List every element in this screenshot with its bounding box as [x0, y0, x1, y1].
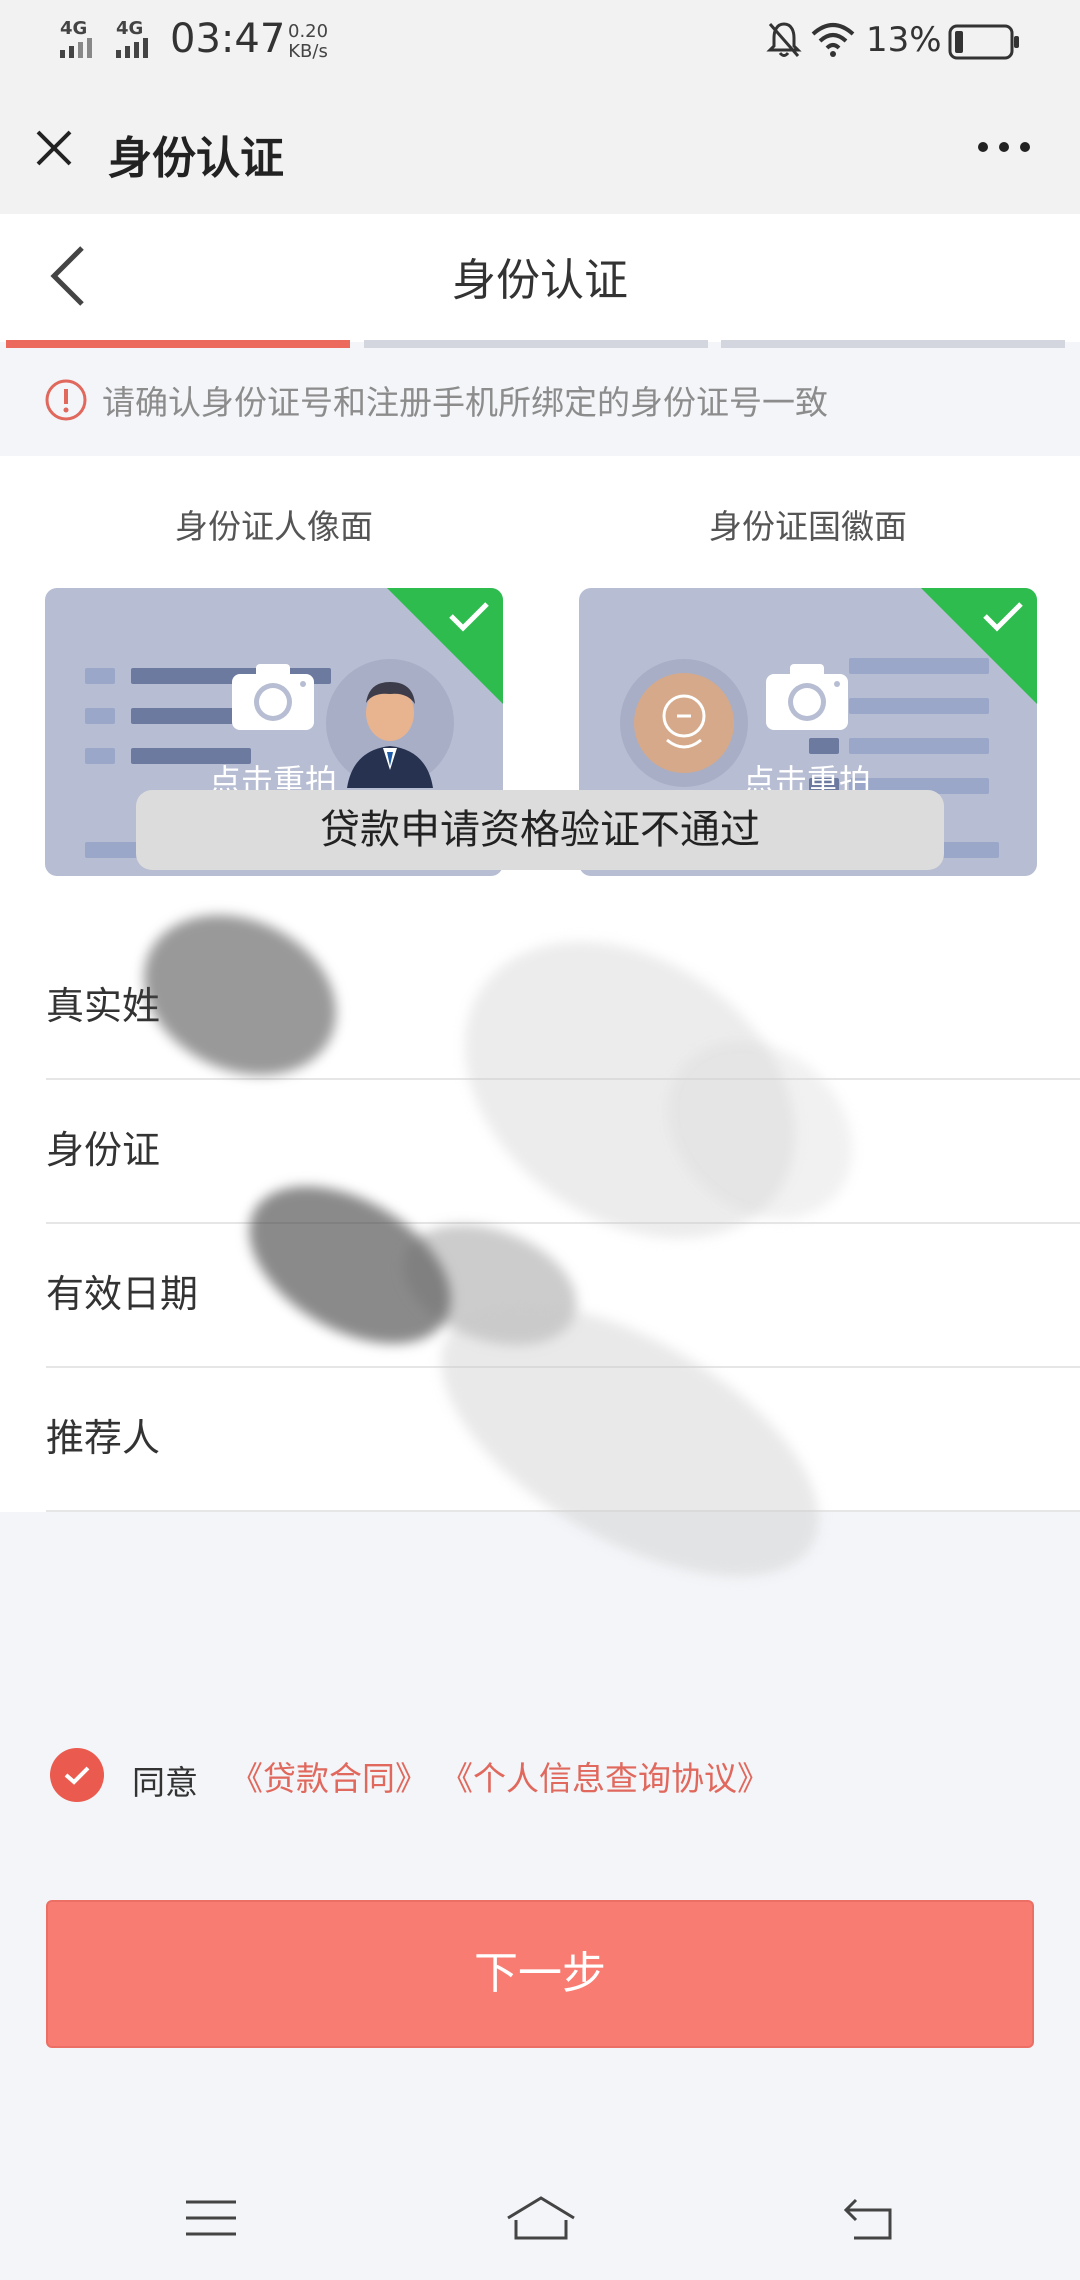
id-front-label: 身份证人像面 — [175, 507, 373, 546]
status-bar: 4G 4G 03:47 0.20 KB/s 13% — [0, 0, 1080, 80]
speed-unit: KB/s — [288, 41, 328, 62]
network-type-1: 4G — [60, 18, 88, 39]
camera-icon — [232, 664, 314, 730]
loan-contract-link[interactable]: 《贷款合同》 — [230, 1752, 428, 1800]
page-title: 身份认证 — [452, 255, 628, 306]
battery-percentage: 13% — [866, 20, 942, 60]
id-back-label: 身份证国徽面 — [709, 507, 907, 546]
next-step-button[interactable]: 下一步 — [46, 1900, 1034, 2048]
step-indicator-2 — [364, 340, 708, 348]
network-type-2: 4G — [116, 18, 144, 39]
wifi-icon — [811, 23, 855, 57]
redaction-scribble — [117, 880, 1020, 1632]
battery-icon — [948, 24, 1019, 60]
check-icon — [449, 602, 489, 632]
signal-icon — [60, 38, 92, 58]
check-icon — [64, 1766, 90, 1785]
signal-icon — [116, 38, 148, 58]
home-icon[interactable] — [504, 2194, 578, 2242]
agree-text: 同意 — [132, 1763, 198, 1802]
toast-message: 贷款申请资格验证不通过 — [136, 790, 944, 870]
clock: 03:47 — [170, 16, 286, 62]
check-icon — [983, 602, 1023, 632]
info-query-agreement-link[interactable]: 《个人信息查询协议》 — [440, 1752, 770, 1800]
network-speed: 0.20 KB/s — [288, 22, 328, 62]
more-dots-icon[interactable] — [976, 140, 1032, 154]
alert-circle-icon — [45, 379, 87, 421]
menu-icon[interactable] — [184, 2198, 238, 2238]
app-title: 身份认证 — [108, 133, 284, 184]
close-icon[interactable] — [34, 128, 74, 168]
speed-value: 0.20 — [288, 21, 329, 42]
step-indicator-3 — [721, 340, 1065, 348]
mute-bell-icon — [766, 22, 802, 57]
back-icon[interactable] — [842, 2196, 898, 2242]
step-indicator-1 — [6, 340, 350, 348]
notice-text: 请确认身份证号和注册手机所绑定的身份证号一致 — [102, 383, 828, 422]
camera-icon — [766, 664, 848, 730]
agree-checkbox[interactable] — [50, 1748, 104, 1802]
